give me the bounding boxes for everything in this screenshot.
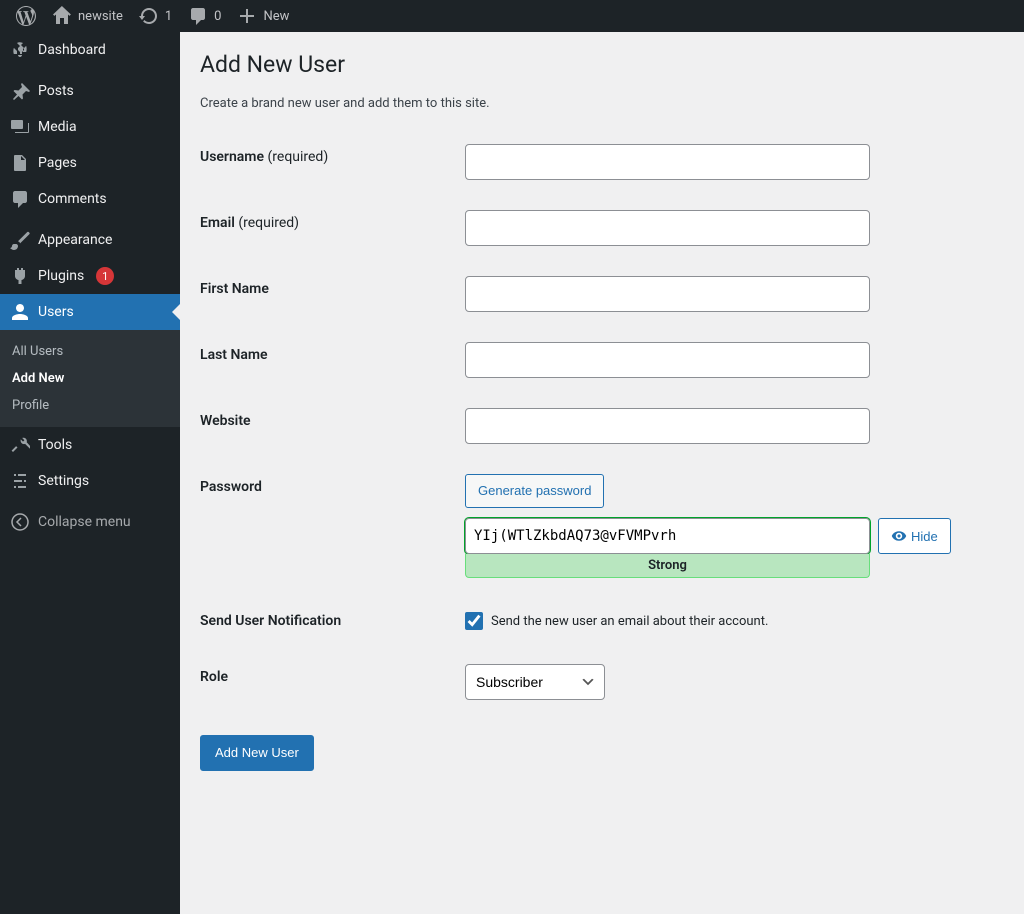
role-label: Role [200, 649, 455, 715]
dashboard-icon [10, 40, 30, 60]
comment-icon [188, 6, 208, 26]
users-submenu: All Users Add New Profile [0, 330, 180, 427]
website-input[interactable] [465, 408, 870, 444]
submenu-add-new[interactable]: Add New [0, 365, 180, 392]
last-name-input[interactable] [465, 342, 870, 378]
plugin-icon [10, 266, 30, 286]
updates-link[interactable]: 1 [131, 0, 180, 32]
main-content: Add New User Create a brand new user and… [180, 32, 1024, 914]
brush-icon [10, 230, 30, 250]
username-input[interactable] [465, 144, 870, 180]
menu-settings[interactable]: Settings [0, 463, 180, 499]
plus-icon [237, 6, 257, 26]
home-icon [52, 6, 72, 26]
menu-media[interactable]: Media [0, 109, 180, 145]
notification-text[interactable]: Send the new user an email about their a… [491, 614, 768, 629]
new-content-link[interactable]: New [229, 0, 297, 32]
update-icon [139, 6, 159, 26]
eye-slash-icon [891, 528, 907, 544]
notification-checkbox[interactable] [465, 612, 483, 630]
notification-label: Send User Notification [200, 593, 455, 649]
media-icon [10, 117, 30, 137]
last-name-label: Last Name [200, 327, 455, 393]
user-icon [10, 302, 30, 322]
menu-posts[interactable]: Posts [0, 73, 180, 109]
email-input[interactable] [465, 210, 870, 246]
email-label: Email (required) [200, 195, 455, 261]
role-select[interactable]: Subscriber [465, 664, 605, 700]
menu-pages[interactable]: Pages [0, 145, 180, 181]
username-label: Username (required) [200, 129, 455, 195]
plugins-badge: 1 [96, 267, 114, 285]
menu-users[interactable]: Users [0, 294, 180, 330]
hide-password-button[interactable]: Hide [878, 518, 951, 554]
password-input[interactable] [465, 518, 870, 554]
submit-button[interactable]: Add New User [200, 735, 314, 771]
wp-logo[interactable] [8, 0, 44, 32]
new-label: New [263, 9, 289, 24]
menu-tools[interactable]: Tools [0, 427, 180, 463]
page-description: Create a brand new user and add them to … [200, 96, 1004, 111]
settings-icon [10, 471, 30, 491]
first-name-label: First Name [200, 261, 455, 327]
comments-link[interactable]: 0 [180, 0, 229, 32]
website-label: Website [200, 393, 455, 459]
menu-appearance[interactable]: Appearance [0, 222, 180, 258]
collapse-icon [10, 512, 30, 532]
admin-sidebar: Dashboard Posts Media Pages Comments App… [0, 32, 180, 914]
menu-dashboard[interactable]: Dashboard [0, 32, 180, 68]
menu-comments[interactable]: Comments [0, 181, 180, 217]
wordpress-icon [16, 6, 36, 26]
admin-bar: newsite 1 0 New [0, 0, 1024, 32]
submenu-profile[interactable]: Profile [0, 392, 180, 419]
first-name-input[interactable] [465, 276, 870, 312]
comments-count: 0 [214, 9, 221, 24]
generate-password-button[interactable]: Generate password [465, 474, 604, 508]
submenu-all-users[interactable]: All Users [0, 338, 180, 365]
password-label: Password [200, 459, 455, 593]
site-name-link[interactable]: newsite [44, 0, 131, 32]
page-title: Add New User [200, 42, 1004, 96]
password-strength: Strong [465, 554, 870, 578]
site-name: newsite [78, 9, 123, 24]
pages-icon [10, 153, 30, 173]
menu-plugins[interactable]: Plugins 1 [0, 258, 180, 294]
comments-icon [10, 189, 30, 209]
tools-icon [10, 435, 30, 455]
pin-icon [10, 81, 30, 101]
collapse-menu[interactable]: Collapse menu [0, 504, 180, 540]
updates-count: 1 [165, 9, 172, 24]
